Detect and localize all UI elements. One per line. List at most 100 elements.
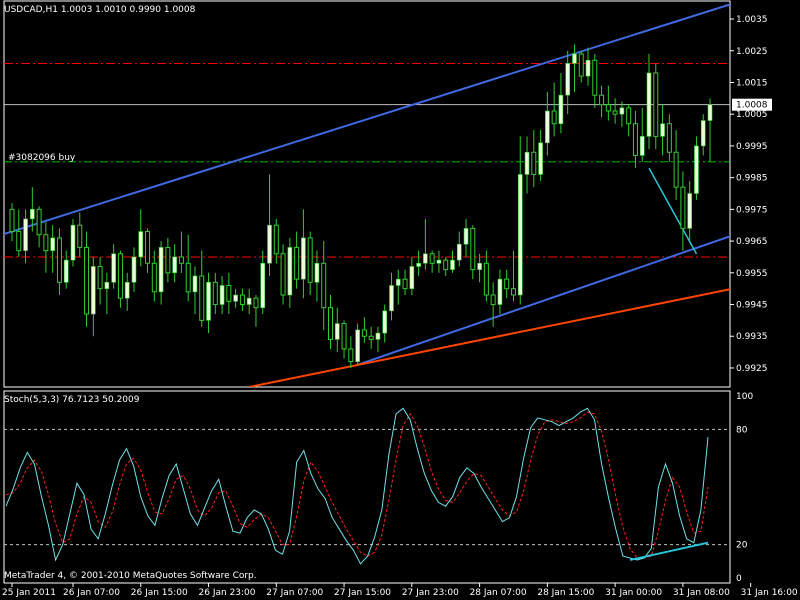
candle-body-bull xyxy=(30,209,35,220)
price-tick-label: 0.9955 xyxy=(736,269,768,279)
time-tick-label: 27 Jan 07:00 xyxy=(266,588,323,598)
candle-body-bull xyxy=(246,297,252,305)
candle-body-bear xyxy=(429,253,435,264)
stoch-tick-label: 80 xyxy=(736,425,748,435)
chart-canvas[interactable]: 1.0035 1.0025 1.0015 1.0005 0.9995 0.9985 0.99… xyxy=(0,0,800,600)
candle-body-bear xyxy=(226,284,232,302)
candle-41 xyxy=(287,237,293,308)
candle-body-bear xyxy=(599,94,605,106)
candle-6 xyxy=(50,225,55,273)
copyright-text: MetaTrader 4, © 2001-2010 MetaQuotes Sof… xyxy=(4,571,257,581)
candle-body-bull xyxy=(314,262,320,283)
candle-body-bull xyxy=(375,332,381,340)
candle-body-bull xyxy=(206,282,211,321)
candle-body-bear xyxy=(626,107,632,125)
price-tick-label: 0.9925 xyxy=(736,364,768,374)
candle-body-bear xyxy=(341,323,347,350)
frame-layer xyxy=(3,0,731,584)
candle-44 xyxy=(307,231,313,296)
candle-91 xyxy=(626,104,632,137)
candle-body-bull xyxy=(524,151,530,175)
candle-body-bull xyxy=(585,59,591,77)
candle-28 xyxy=(199,250,205,327)
candle-body-bull xyxy=(497,278,503,305)
candle-body-bear xyxy=(253,297,259,309)
channel-upper-line xyxy=(4,3,730,236)
candle-25 xyxy=(178,231,184,273)
candle-body-bear xyxy=(653,72,659,137)
candle-78 xyxy=(538,130,543,181)
candle-37 xyxy=(260,250,266,315)
candle-18 xyxy=(131,247,137,292)
candle-83 xyxy=(572,44,577,92)
candle-53 xyxy=(368,326,374,349)
candle-body-bear xyxy=(402,278,408,290)
candle-72 xyxy=(497,269,503,315)
candle-77 xyxy=(531,130,537,188)
candle-92 xyxy=(632,111,638,169)
candle-body-bull xyxy=(382,310,388,334)
candle-23 xyxy=(165,237,171,283)
candle-body-bull xyxy=(70,224,76,261)
price-panel[interactable] xyxy=(0,0,771,387)
candle-body-bull xyxy=(517,174,523,296)
candle-1 xyxy=(16,209,22,257)
candle-body-bull xyxy=(138,231,144,258)
candle-47 xyxy=(328,295,334,349)
candle-body-bear xyxy=(666,123,672,153)
stochastic-panel-header: Stoch(5,3,3) 76.7123 50.2009 xyxy=(4,395,140,405)
candle-90 xyxy=(619,101,625,127)
candle-2 xyxy=(23,209,28,264)
candle-body-bull xyxy=(91,266,96,315)
candle-body-bear xyxy=(307,237,313,283)
candle-69 xyxy=(477,253,482,283)
candle-body-bear xyxy=(328,307,334,340)
candle-100 xyxy=(687,180,692,242)
candle-102 xyxy=(700,114,706,156)
candle-body-bear xyxy=(273,224,279,255)
candle-68 xyxy=(470,225,476,280)
candle-body-bear xyxy=(510,288,516,296)
candle-body-bull xyxy=(694,145,699,194)
candle-body-bear xyxy=(551,110,557,125)
candle-103 xyxy=(707,98,713,162)
candle-body-bear xyxy=(16,231,22,252)
candle-body-bull xyxy=(538,142,543,175)
candle-46 xyxy=(321,241,327,330)
price-tick-label: 0.9965 xyxy=(736,237,768,247)
time-tick-label: 28 Jan 07:00 xyxy=(470,588,527,598)
candle-12 xyxy=(91,256,96,337)
candle-body-bull xyxy=(565,63,570,96)
candle-body-bear xyxy=(605,104,611,112)
candle-body-bull xyxy=(707,104,713,121)
candle-9 xyxy=(70,218,76,267)
candle-body-bear xyxy=(212,281,218,306)
candle-body-bear xyxy=(673,151,679,188)
candle-body-bear xyxy=(531,151,537,175)
price-tick-label: 1.0015 xyxy=(736,78,768,88)
candle-body-bear xyxy=(612,110,618,115)
stoch-tick-label: 0 xyxy=(736,574,742,584)
candle-56 xyxy=(389,272,394,321)
candle-body-bull xyxy=(450,259,455,270)
candle-54 xyxy=(375,326,381,353)
candle-24 xyxy=(172,244,177,283)
candle-36 xyxy=(253,295,259,327)
candle-body-bear xyxy=(368,335,374,340)
candle-body-bear xyxy=(361,329,367,337)
price-tick-label: 0.9975 xyxy=(736,205,768,215)
candle-57 xyxy=(395,269,401,305)
candle-body-bull xyxy=(477,262,482,270)
candle-body-bear xyxy=(185,262,191,293)
candle-15 xyxy=(111,244,116,289)
candle-95 xyxy=(653,63,659,150)
stochastic-panel[interactable] xyxy=(4,407,730,565)
candle-body-bear xyxy=(632,123,638,156)
candle-38 xyxy=(267,174,272,276)
candle-30 xyxy=(212,272,218,315)
candle-body-bull xyxy=(389,285,394,312)
candle-body-bull xyxy=(104,282,110,289)
candle-80 xyxy=(551,82,557,137)
candle-32 xyxy=(226,272,232,315)
time-tick-label: 31 Jan 08:00 xyxy=(673,588,730,598)
